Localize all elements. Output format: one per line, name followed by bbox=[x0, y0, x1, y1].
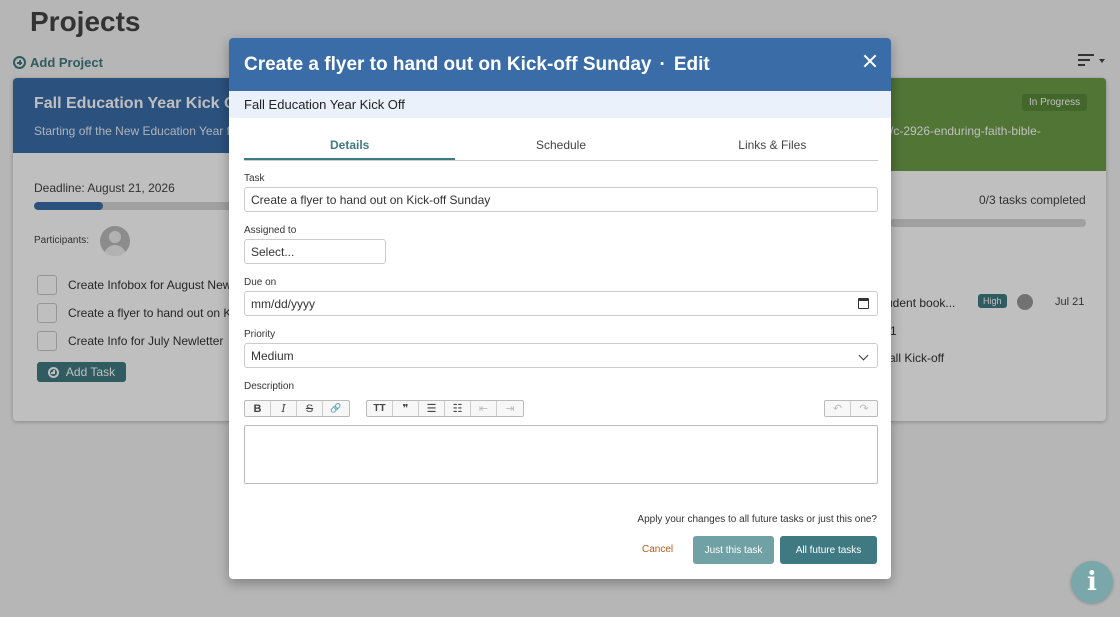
task-field-label: Task bbox=[244, 173, 265, 184]
heading-button[interactable]: TT bbox=[367, 401, 393, 416]
due-date-input[interactable]: mm/dd/yyyy bbox=[244, 291, 878, 316]
modal-tabs: Details Schedule Links & Files bbox=[244, 131, 878, 161]
description-editor[interactable] bbox=[244, 425, 878, 484]
info-button[interactable]: i bbox=[1071, 561, 1113, 603]
title-separator: · bbox=[659, 53, 666, 75]
apply-question: Apply your changes to all future tasks o… bbox=[637, 514, 877, 525]
close-icon[interactable] bbox=[863, 54, 877, 68]
bullet-list-button[interactable]: ☰ bbox=[419, 401, 445, 416]
due-date-placeholder: mm/dd/yyyy bbox=[251, 296, 316, 311]
indent-button[interactable]: ⇥ bbox=[497, 401, 523, 416]
outdent-button[interactable]: ⇤ bbox=[471, 401, 497, 416]
link-button[interactable]: 🔗 bbox=[323, 401, 349, 416]
history-toolbar: ↶ ↷ bbox=[824, 400, 878, 417]
modal-header: Create a flyer to hand out on Kick-off S… bbox=[229, 38, 891, 91]
format-toolbar-inline: B I S 🔗 bbox=[244, 400, 350, 417]
assigned-field-label: Assigned to bbox=[244, 225, 297, 236]
calendar-icon[interactable] bbox=[858, 298, 869, 309]
priority-value: Medium bbox=[251, 348, 294, 363]
tab-links-files[interactable]: Links & Files bbox=[667, 131, 878, 160]
modal-subheader: Fall Education Year Kick Off bbox=[229, 91, 891, 118]
bold-button[interactable]: B bbox=[245, 401, 271, 416]
info-icon: i bbox=[1087, 567, 1097, 597]
italic-button[interactable]: I bbox=[271, 401, 297, 416]
priority-field-label: Priority bbox=[244, 329, 276, 340]
assigned-select[interactable]: Select... bbox=[244, 239, 386, 264]
numbered-list-button[interactable]: ☷ bbox=[445, 401, 471, 416]
format-toolbar-block: TT ❞ ☰ ☷ ⇤ ⇥ bbox=[366, 400, 524, 417]
description-field-label: Description bbox=[244, 381, 295, 392]
edit-task-modal: Create a flyer to hand out on Kick-off S… bbox=[229, 38, 891, 579]
tab-schedule[interactable]: Schedule bbox=[455, 131, 666, 160]
modal-title: Create a flyer to hand out on Kick-off S… bbox=[244, 53, 652, 75]
priority-select[interactable]: Medium bbox=[244, 343, 878, 368]
cancel-button[interactable]: Cancel bbox=[642, 544, 673, 555]
chevron-down-icon bbox=[858, 350, 869, 361]
strikethrough-button[interactable]: S bbox=[297, 401, 323, 416]
modal-mode: Edit bbox=[673, 53, 710, 75]
just-this-task-button[interactable]: Just this task bbox=[693, 536, 774, 564]
redo-button[interactable]: ↷ bbox=[851, 401, 877, 416]
tab-details[interactable]: Details bbox=[244, 131, 456, 160]
undo-button[interactable]: ↶ bbox=[825, 401, 851, 416]
task-input[interactable]: Create a flyer to hand out on Kick-off S… bbox=[244, 187, 878, 212]
quote-button[interactable]: ❞ bbox=[393, 401, 419, 416]
due-field-label: Due on bbox=[244, 277, 277, 288]
all-future-tasks-button[interactable]: All future tasks bbox=[780, 536, 877, 564]
